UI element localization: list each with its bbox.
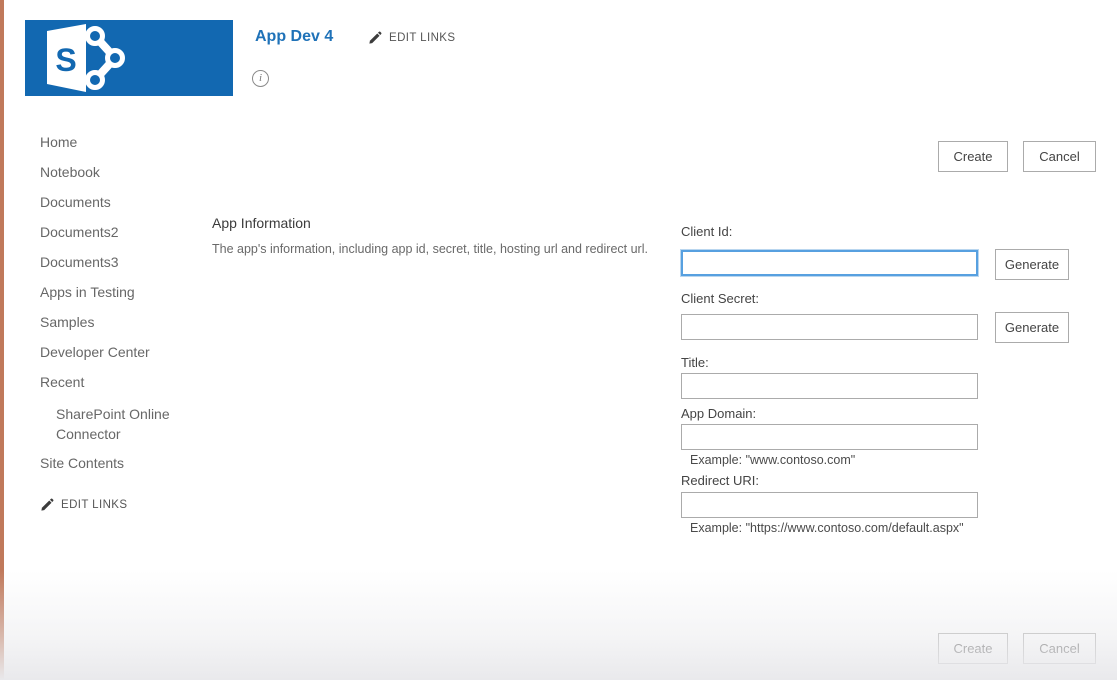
site-title[interactable]: App Dev 4 xyxy=(255,28,333,46)
app-domain-label: App Domain: xyxy=(681,406,756,421)
client-secret-input[interactable] xyxy=(681,314,978,340)
header-edit-links[interactable]: EDIT LINKS xyxy=(368,31,455,45)
sidebar-item-recent[interactable]: Recent xyxy=(40,370,190,400)
sidebar-item-sharepoint-online-connector[interactable]: SharePoint Online Connector xyxy=(40,400,186,448)
pencil-icon xyxy=(368,31,382,45)
generate-client-secret-button[interactable]: Generate xyxy=(995,312,1069,343)
title-input[interactable] xyxy=(681,373,978,399)
sidebar-item-developer-center[interactable]: Developer Center xyxy=(40,340,190,370)
header-edit-links-label: EDIT LINKS xyxy=(389,32,455,44)
create-button-bottom[interactable]: Create xyxy=(938,633,1008,664)
sidebar-item-documents2[interactable]: Documents2 xyxy=(40,220,190,250)
sidebar-edit-links[interactable]: EDIT LINKS xyxy=(40,498,127,512)
section-title: App Information xyxy=(212,215,311,231)
pencil-icon xyxy=(40,498,54,512)
sidebar-item-documents3[interactable]: Documents3 xyxy=(40,250,190,280)
sidebar-item-apps-in-testing[interactable]: Apps in Testing xyxy=(40,280,190,310)
redirect-uri-input[interactable] xyxy=(681,492,978,518)
sidebar-edit-links-label: EDIT LINKS xyxy=(61,499,127,511)
client-id-input[interactable] xyxy=(681,250,978,276)
sidebar-item-site-contents[interactable]: Site Contents xyxy=(40,451,190,481)
redirect-uri-example: Example: "https://www.contoso.com/defaul… xyxy=(690,521,964,535)
sidebar-item-home[interactable]: Home xyxy=(40,130,190,160)
generate-client-id-button[interactable]: Generate xyxy=(995,249,1069,280)
sidebar-item-notebook[interactable]: Notebook xyxy=(40,160,190,190)
cancel-button-bottom[interactable]: Cancel xyxy=(1023,633,1096,664)
sidebar-item-samples[interactable]: Samples xyxy=(40,310,190,340)
svg-text:S: S xyxy=(55,42,76,78)
sharepoint-logo[interactable]: S xyxy=(25,20,233,96)
cancel-button-top[interactable]: Cancel xyxy=(1023,141,1096,172)
app-domain-input[interactable] xyxy=(681,424,978,450)
sharepoint-logo-icon: S xyxy=(25,20,233,96)
create-button-top[interactable]: Create xyxy=(938,141,1008,172)
sidebar-item-documents[interactable]: Documents xyxy=(40,190,190,220)
info-icon[interactable]: i xyxy=(252,70,269,87)
app-domain-example: Example: "www.contoso.com" xyxy=(690,453,855,467)
sidebar-nav: Home Notebook Documents Documents2 Docum… xyxy=(40,130,190,481)
app-registration-page: S App Dev 4 EDIT LINKS i Home Notebook D… xyxy=(0,0,1117,680)
title-label: Title: xyxy=(681,355,709,370)
section-description: The app's information, including app id,… xyxy=(212,242,692,256)
redirect-uri-label: Redirect URI: xyxy=(681,473,759,488)
left-accent-strip xyxy=(0,0,4,680)
client-secret-label: Client Secret: xyxy=(681,291,759,306)
client-id-label: Client Id: xyxy=(681,224,732,239)
